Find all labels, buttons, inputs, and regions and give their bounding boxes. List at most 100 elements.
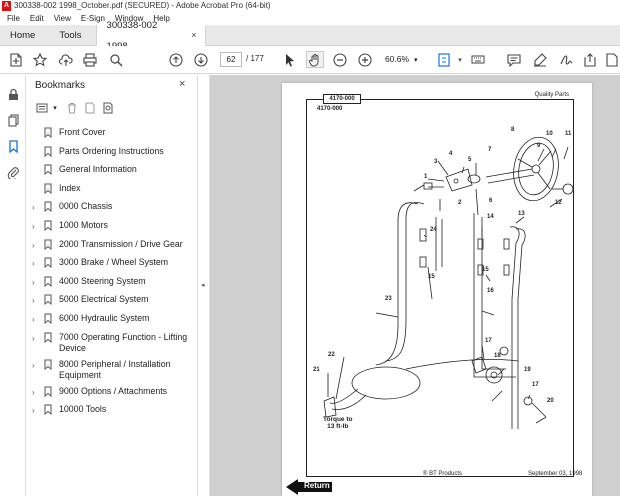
collapse-panel-arrow-icon[interactable]: ◂: [201, 281, 205, 289]
document-viewer[interactable]: 4170-000 4170-000 Quality Parts 1 2 3 4 …: [210, 75, 620, 496]
callout-5: 5: [468, 157, 472, 163]
bookmark-item[interactable]: › 1000 Motors: [27, 220, 197, 239]
return-link-button[interactable]: Return: [286, 479, 332, 495]
zoom-out-icon[interactable]: [332, 52, 348, 68]
find-bookmark-icon[interactable]: [101, 101, 115, 115]
page-thumbnails-icon[interactable]: [6, 113, 20, 127]
page-number-input[interactable]: 62: [220, 52, 242, 67]
bookmark-flag-icon: [44, 183, 52, 194]
bookmark-item[interactable]: › 9000 Options / Attachments: [27, 386, 197, 405]
bookmark-label: Parts Ordering Instructions: [59, 145, 164, 156]
expand-chevron-icon[interactable]: ›: [32, 221, 40, 232]
menu-esign[interactable]: E-Sign: [76, 12, 110, 25]
menu-view[interactable]: View: [49, 12, 76, 25]
bookmark-flag-icon: [44, 276, 52, 287]
bookmark-label: 9000 Options / Attachments: [59, 385, 168, 396]
expand-chevron-icon[interactable]: ›: [32, 387, 40, 398]
bookmarks-panel-icon[interactable]: [6, 139, 20, 153]
zoom-chevron-down-icon[interactable]: ▾: [414, 56, 418, 64]
tab-close-icon[interactable]: ×: [191, 25, 196, 46]
zoom-level-select[interactable]: 60.6%: [380, 52, 414, 67]
bookmark-item[interactable]: › 7000 Operating Function - Lifting Devic…: [27, 332, 197, 359]
tab-home[interactable]: Home: [0, 25, 45, 46]
fit-page-icon[interactable]: [436, 52, 452, 68]
callout-21: 21: [313, 367, 320, 373]
callout-17a: 17: [485, 338, 492, 344]
search-icon[interactable]: [108, 52, 124, 68]
bookmark-options-icon[interactable]: [35, 101, 49, 115]
callout-9: 9: [537, 143, 541, 149]
bookmarks-panel: Bookmarks × ▾ Front Cover Parts Ordering …: [27, 75, 197, 496]
callout-22: 22: [328, 352, 335, 358]
print-icon[interactable]: [82, 52, 98, 68]
tab-document[interactable]: 300338-002 1998_... ×: [95, 20, 206, 52]
callout-24: 24: [430, 227, 437, 233]
bookmark-star-icon[interactable]: [32, 52, 48, 68]
next-page-icon[interactable]: [193, 52, 209, 68]
delete-bookmark-icon[interactable]: [65, 101, 79, 115]
attachments-paperclip-icon[interactable]: [6, 165, 20, 179]
callout-6: 6: [489, 198, 493, 204]
bookmark-item[interactable]: › 5000 Electrical System: [27, 294, 197, 313]
callout-17b: 17: [532, 382, 539, 388]
bookmark-item[interactable]: Index: [27, 183, 197, 202]
bookmark-item[interactable]: › 6000 Hydraulic System: [27, 313, 197, 332]
expand-chevron-icon[interactable]: ›: [32, 333, 40, 344]
fit-page-chevron-icon[interactable]: ▾: [452, 52, 468, 68]
expand-chevron-icon[interactable]: ›: [32, 202, 40, 213]
expand-chevron-icon[interactable]: ›: [32, 405, 40, 416]
callout-23: 23: [385, 296, 392, 302]
panel-splitter[interactable]: ◂: [197, 75, 210, 496]
expand-chevron-icon[interactable]: ›: [32, 360, 40, 371]
zoom-in-icon[interactable]: [357, 52, 373, 68]
page-total: / 177: [246, 54, 264, 63]
hand-tool-icon: [307, 52, 323, 68]
cloud-upload-icon[interactable]: [58, 52, 74, 68]
bookmark-item[interactable]: Parts Ordering Instructions: [27, 146, 197, 165]
footer-brand: ® BT Products: [423, 471, 462, 477]
bookmark-flag-icon: [44, 164, 52, 176]
expand-chevron-icon[interactable]: ›: [32, 258, 40, 269]
bookmark-label: 5000 Electrical System: [59, 294, 149, 305]
menu-file[interactable]: File: [2, 12, 25, 25]
callout-7: 7: [488, 147, 492, 153]
bookmark-item[interactable]: General Information: [27, 164, 197, 183]
bookmark-item[interactable]: › 8000 Peripheral / Installation Equipmen…: [27, 359, 197, 386]
footer-date: September 03, 1998: [528, 471, 583, 477]
bookmark-item[interactable]: › 3000 Brake / Wheel System: [27, 257, 197, 276]
lock-icon[interactable]: [6, 87, 20, 101]
bookmark-flag-icon: [44, 313, 52, 324]
bookmark-options-chevron-icon[interactable]: ▾: [48, 101, 62, 115]
menu-edit[interactable]: Edit: [25, 12, 49, 25]
sign-icon[interactable]: [558, 52, 574, 68]
menu-bar: File Edit View E-Sign Window Help: [0, 12, 620, 25]
bookmark-item[interactable]: › 2000 Transmission / Drive Gear: [27, 239, 197, 258]
bookmarks-close-icon[interactable]: ×: [179, 78, 185, 90]
expand-chevron-icon[interactable]: ›: [32, 295, 40, 306]
tab-tools[interactable]: Tools: [45, 25, 95, 46]
more-tools-icon[interactable]: [604, 52, 620, 68]
bookmark-item[interactable]: › 10000 Tools: [27, 404, 197, 423]
callout-3: 3: [434, 159, 438, 165]
bookmark-list: Front Cover Parts Ordering Instructions Ge…: [27, 127, 197, 423]
share-icon[interactable]: [582, 52, 598, 68]
expand-chevron-icon[interactable]: ›: [32, 277, 40, 288]
bookmark-item[interactable]: › 0000 Chassis: [27, 201, 197, 220]
new-bookmark-icon[interactable]: [83, 101, 97, 115]
previous-page-icon[interactable]: [168, 52, 184, 68]
expand-chevron-icon[interactable]: ›: [32, 314, 40, 325]
bookmark-label: 7000 Operating Function - Lifting Device: [59, 331, 188, 353]
expand-chevron-icon[interactable]: ›: [32, 240, 40, 251]
bookmark-label: 3000 Brake / Wheel System: [59, 257, 169, 268]
window-title: 300338-002 1998_October.pdf (SECURED) - …: [14, 1, 271, 10]
bookmark-label: 0000 Chassis: [59, 201, 113, 212]
select-cursor-icon[interactable]: [282, 52, 298, 68]
torque-note-line1: Torque to: [323, 416, 353, 423]
create-pdf-icon[interactable]: [8, 52, 24, 68]
bookmark-item[interactable]: › 4000 Steering System: [27, 276, 197, 295]
comment-icon[interactable]: [506, 52, 522, 68]
highlight-pen-icon[interactable]: [532, 52, 548, 68]
bookmark-item[interactable]: Front Cover: [27, 127, 197, 146]
keyboard-icon[interactable]: [470, 52, 486, 68]
main-toolbar: 62 / 177 60.6% ▾ ▾: [0, 46, 620, 74]
